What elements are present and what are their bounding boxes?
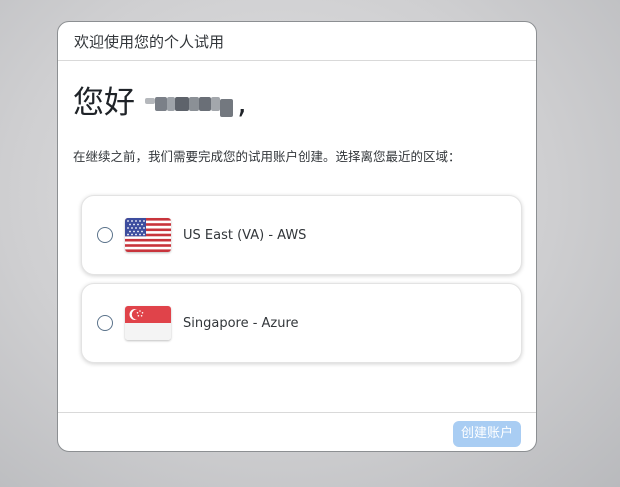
region-radio-us-east[interactable] [97, 227, 113, 243]
singapore-flag-icon [125, 306, 171, 340]
create-account-button[interactable]: 创建账户 [452, 421, 521, 447]
dialog-title: 欢迎使用您的个人试用 [74, 32, 225, 51]
trial-dialog: 欢迎使用您的个人试用 您好 , 在继续之前，我们需要完成您的试用账户创建。选择离… [57, 21, 537, 452]
us-flag-icon [125, 218, 171, 252]
region-radio-singapore[interactable] [97, 315, 113, 331]
region-option-singapore[interactable]: Singapore - Azure [81, 283, 522, 363]
region-label-us-east: US East (VA) - AWS [183, 227, 307, 243]
greeting-heading: 您好 , [73, 88, 247, 119]
region-label-singapore: Singapore - Azure [183, 315, 299, 331]
greeting-suffix: , [237, 85, 247, 121]
dialog-header: 欢迎使用您的个人试用 [58, 22, 536, 61]
instruction-text: 在继续之前，我们需要完成您的试用账户创建。选择离您最近的区域： [73, 149, 461, 164]
dialog-footer: 创建账户 [58, 412, 536, 451]
greeting-prefix: 您好 [73, 85, 135, 121]
region-option-us-east[interactable]: US East (VA) - AWS [81, 195, 522, 275]
blurred-user-name [145, 89, 233, 119]
